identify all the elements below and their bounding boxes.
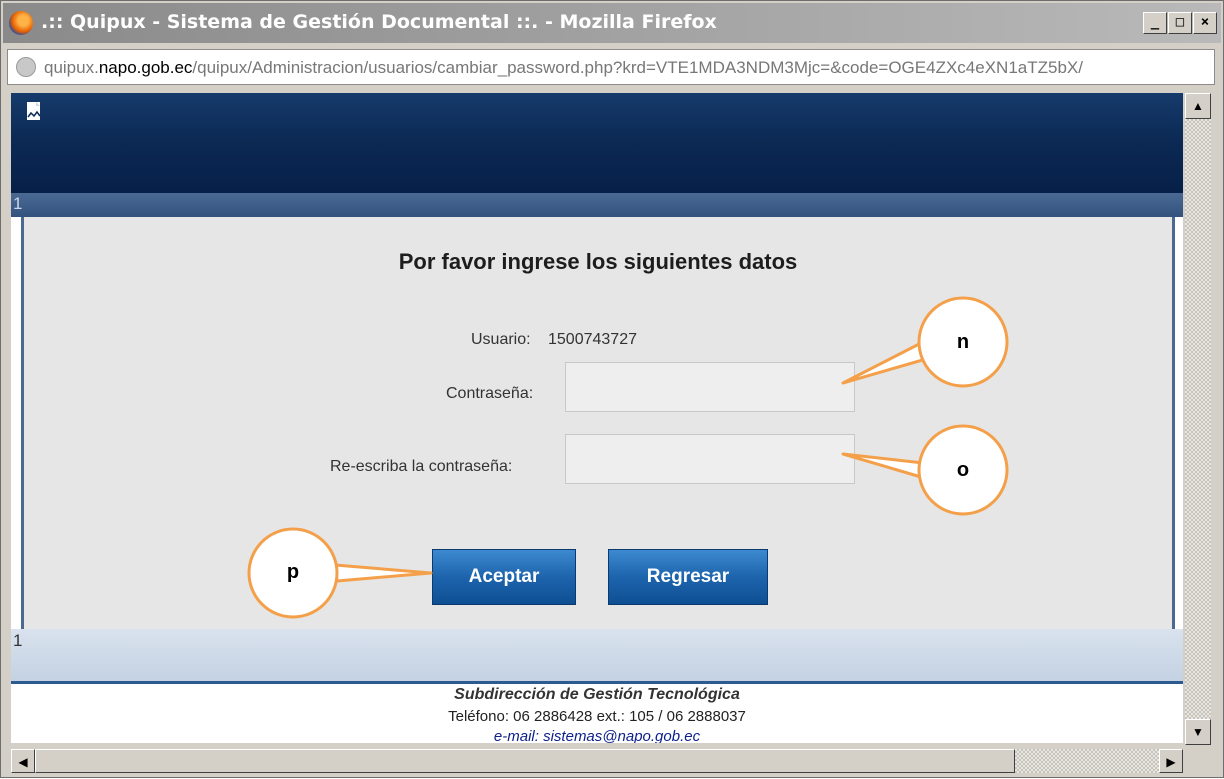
callout-p-label: p [286,561,300,583]
callout-p-pointer [333,563,433,583]
callout-o-label: o [956,459,970,481]
callout-annotations [247,296,1009,619]
callout-o-pointer [841,452,925,479]
browser-window: .:: Quipux - Sistema de Gestión Document… [0,0,1224,778]
callout-n-label: n [956,331,970,353]
